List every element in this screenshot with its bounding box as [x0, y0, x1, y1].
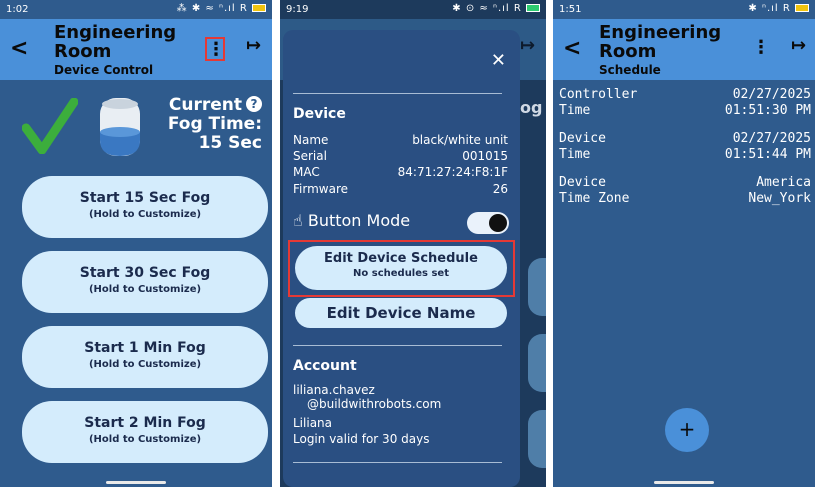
home-indicator [654, 481, 714, 484]
status-bar: 9:19 ✱ ⊙ ≈ ⁿ.ıl R [280, 0, 546, 19]
background-button [528, 334, 546, 392]
start-15-sec-fog-button[interactable]: Start 15 Sec Fog (Hold to Customize) [22, 176, 268, 238]
device-section-title: Device [293, 106, 346, 122]
logout-icon: ↦ [520, 35, 536, 56]
device-timezone-entry: Device Time Zone America New_York [559, 175, 811, 206]
status-time: 9:19 [286, 4, 309, 15]
screen-subtitle: Schedule [599, 63, 661, 77]
help-icon[interactable]: ? [246, 96, 262, 112]
divider [293, 462, 502, 463]
controller-time-entry: Controller Time 02/27/2025 01:51:30 PM [559, 87, 811, 118]
logout-icon[interactable]: ↦ [246, 35, 261, 56]
checkmark-icon [22, 98, 78, 154]
status-bar: 1:02 ⁂ ✱ ≈ ⁿ.ıl R [0, 0, 272, 19]
room-title-line1: Engineering [54, 22, 177, 43]
fog-level-icon [100, 98, 140, 156]
status-bar: 1:51 ✱ ⁿ.ıl R [553, 0, 815, 19]
account-name: Liliana [293, 416, 332, 430]
home-indicator [106, 481, 166, 484]
screen-subtitle: Device Control [54, 63, 154, 77]
current-fog-time: Current? Fog Time: 15 Sec [167, 95, 262, 153]
start-1-min-fog-button[interactable]: Start 1 Min Fog (Hold to Customize) [22, 326, 268, 388]
app-bar: < Engineering Room Device Control ⋮ ↦ [0, 19, 272, 80]
device-time-entry: Device Time 02/27/2025 01:51:44 PM [559, 131, 811, 162]
device-name-row: Name black/white unit [293, 133, 508, 147]
device-control-screen: 1:02 ⁂ ✱ ≈ ⁿ.ıl R < Engineering Room Dev… [0, 0, 272, 487]
device-mac-row: MAC 84:71:27:24:F8:1F [293, 165, 508, 179]
device-serial-row: Serial 001015 [293, 149, 508, 163]
add-schedule-button[interactable]: + [665, 408, 709, 452]
schedule-screen: 1:51 ✱ ⁿ.ıl R < Engineering Room Schedul… [553, 0, 815, 487]
divider [293, 93, 502, 94]
edit-device-name-button[interactable]: Edit Device Name [295, 298, 507, 328]
status-time: 1:02 [6, 4, 29, 15]
account-email: liliana.chavez @buildwithrobots.com [293, 383, 442, 411]
start-2-min-fog-button[interactable]: Start 2 Min Fog (Hold to Customize) [22, 401, 268, 463]
button-mode-toggle[interactable] [467, 212, 509, 234]
back-arrow-icon[interactable]: < [563, 36, 581, 61]
divider [293, 345, 502, 346]
button-mode-label: ☝ Button Mode [293, 211, 411, 230]
more-options-icon[interactable]: ⋮ [751, 37, 771, 61]
login-validity: Login valid for 30 days [293, 432, 430, 446]
logout-icon[interactable]: ↦ [791, 35, 806, 56]
back-arrow-icon[interactable]: < [10, 36, 28, 61]
settings-sheet: ✕ Device Name black/white unit Serial 0010… [283, 30, 520, 487]
background-button [528, 258, 546, 316]
device-firmware-row: Firmware 26 [293, 182, 508, 196]
status-icons: ✱ ⁿ.ıl R [748, 3, 809, 14]
edit-device-schedule-button[interactable]: Edit Device Schedule No schedules set [295, 246, 507, 290]
room-title-line2: Room [54, 41, 112, 62]
background-button [528, 410, 546, 468]
more-options-icon[interactable]: ⋮ [205, 37, 225, 61]
start-30-sec-fog-button[interactable]: Start 30 Sec Fog (Hold to Customize) [22, 251, 268, 313]
account-section-title: Account [293, 358, 357, 374]
pointer-hand-icon: ☝ [293, 211, 303, 230]
status-icons: ✱ ⊙ ≈ ⁿ.ıl R [452, 3, 540, 14]
background-text: og [520, 98, 543, 117]
status-time: 1:51 [559, 4, 582, 15]
app-bar: < Engineering Room Schedule ⋮ ↦ [553, 19, 815, 80]
close-icon[interactable]: ✕ [491, 50, 506, 71]
room-title-line1: Engineering [599, 22, 722, 43]
settings-menu-screen: ↦ 9:19 ✱ ⊙ ≈ ⁿ.ıl R og ✕ Device Name blac… [280, 0, 546, 487]
status-icons: ⁂ ✱ ≈ ⁿ.ıl R [177, 3, 266, 14]
room-title-line2: Room [599, 41, 657, 62]
